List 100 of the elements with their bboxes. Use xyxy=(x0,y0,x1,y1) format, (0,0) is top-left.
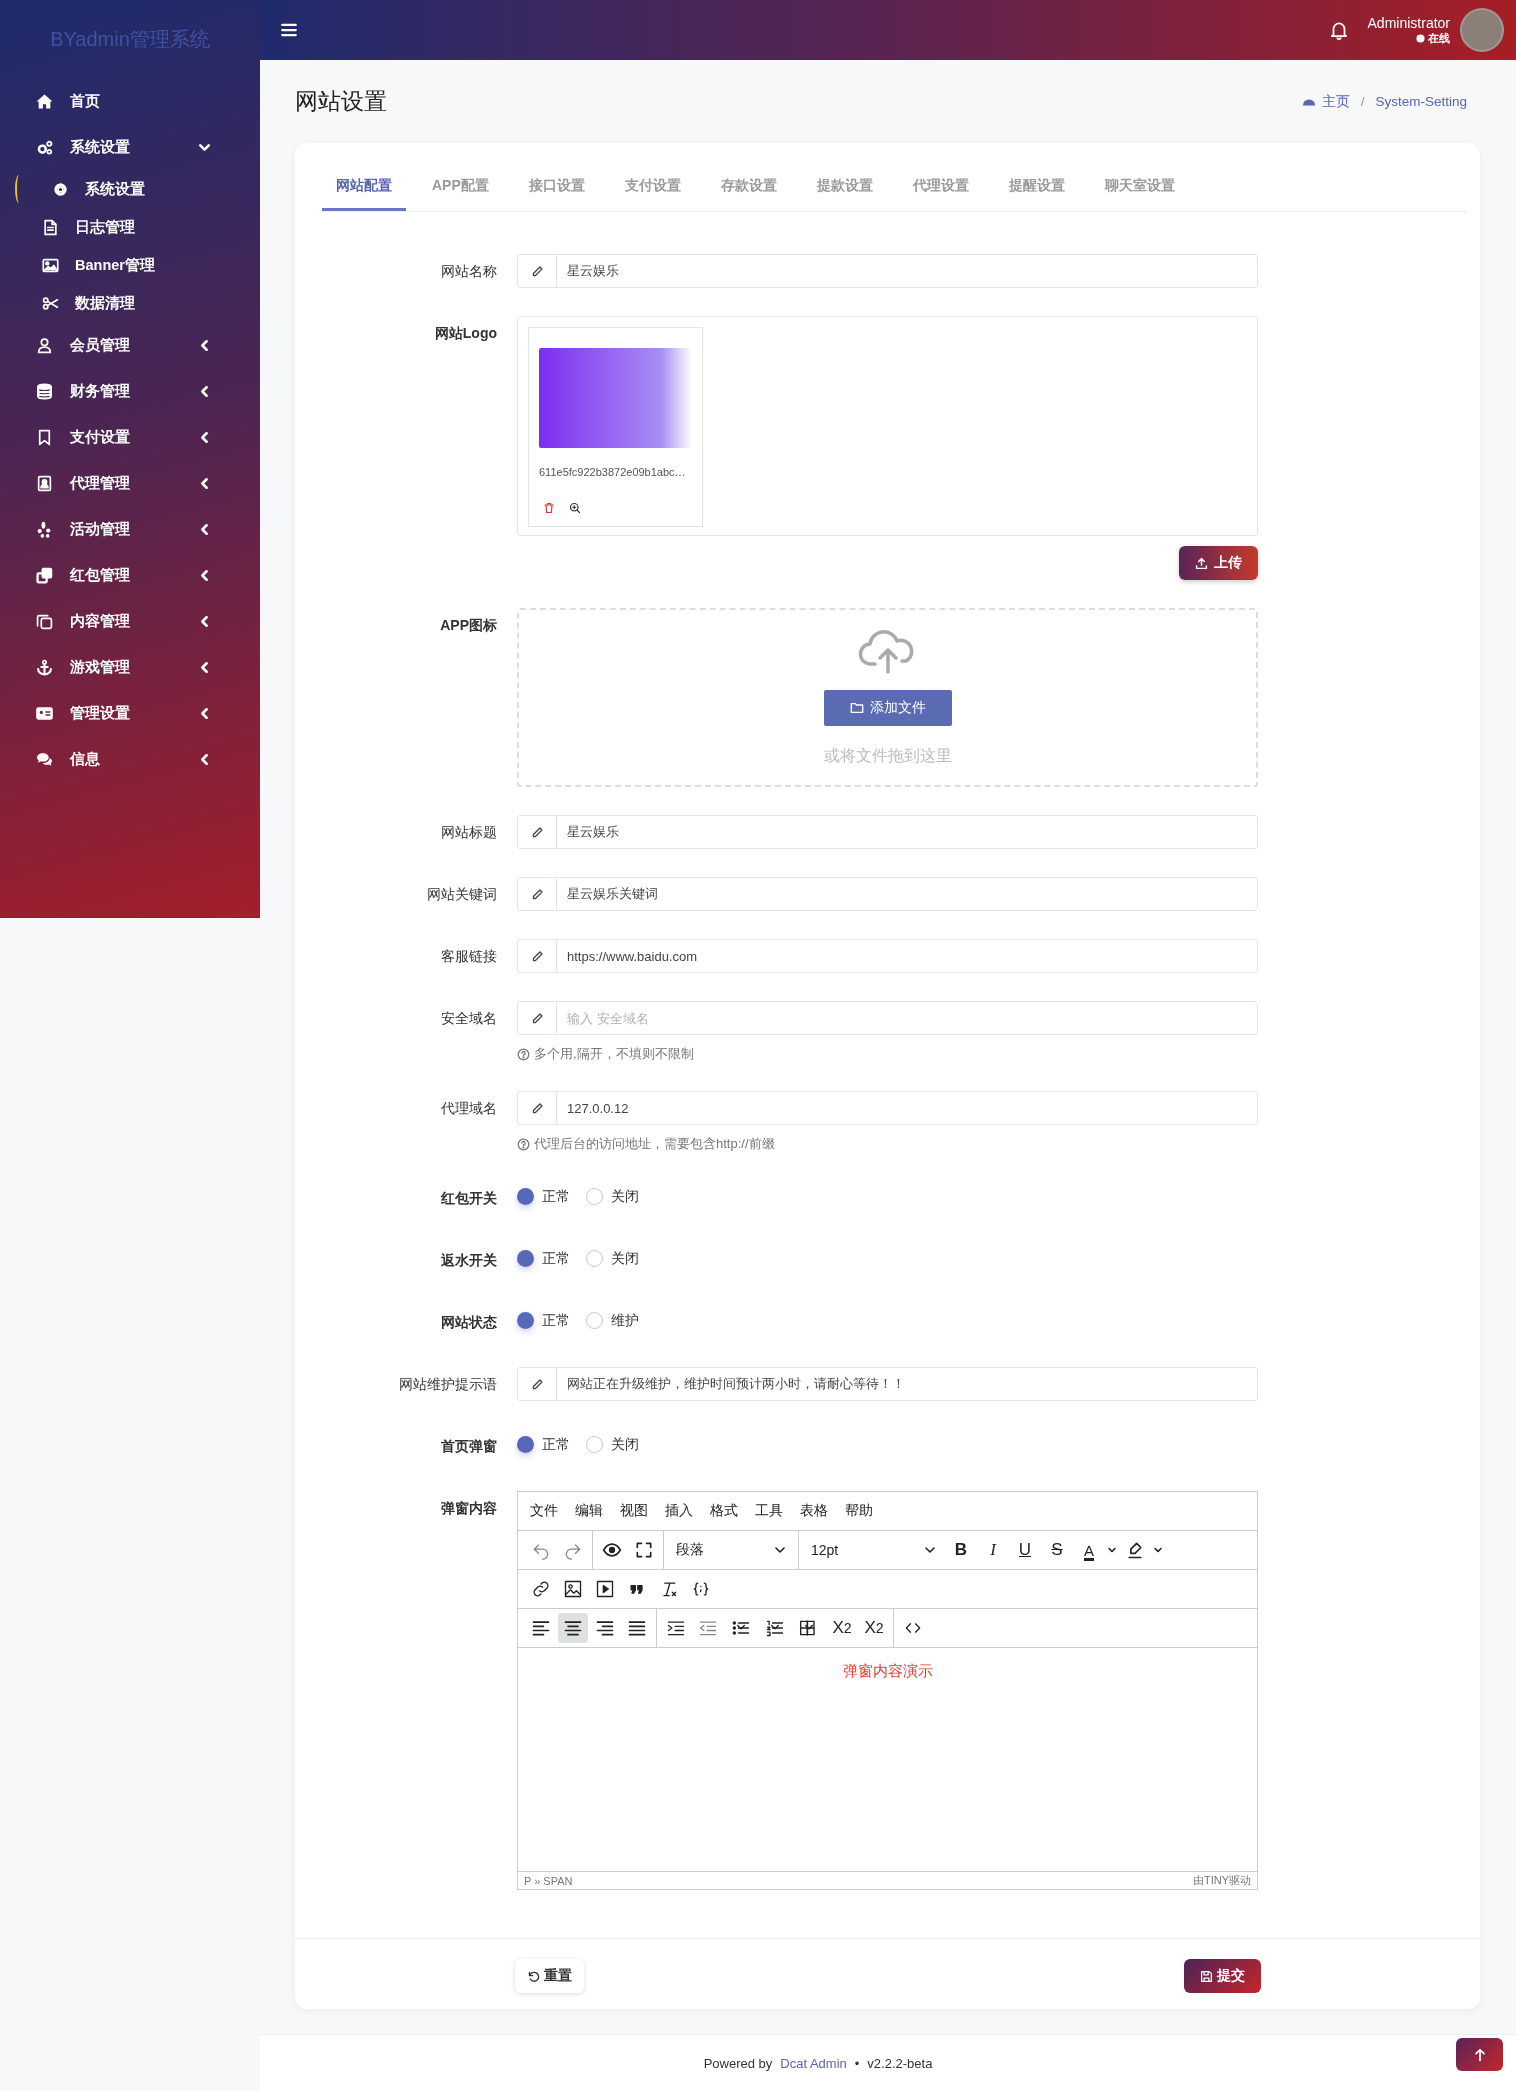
italic-button[interactable]: I xyxy=(978,1535,1008,1565)
submit-button[interactable]: 提交 xyxy=(1184,1959,1261,1993)
file-drop-zone[interactable]: 添加文件 或将文件拖到这里 xyxy=(517,608,1258,787)
underline-button[interactable]: U xyxy=(1010,1535,1040,1565)
pencil-icon xyxy=(530,264,544,278)
folder-icon xyxy=(849,701,864,715)
radio-label[interactable]: 正常 xyxy=(542,1435,570,1454)
radio-button[interactable] xyxy=(586,1312,603,1329)
radio-label[interactable]: 正常 xyxy=(542,1311,570,1330)
document-icon xyxy=(42,218,59,236)
highlight-icon xyxy=(1125,1540,1145,1560)
breadcrumb-link[interactable]: System-Setting xyxy=(1375,94,1467,109)
sidebar-item[interactable]: 系统设置 xyxy=(0,124,260,170)
anchor-icon xyxy=(36,658,53,676)
brand-title: BYadmin管理系统 xyxy=(49,26,211,52)
pencil-icon xyxy=(530,1377,544,1391)
editor-menu-item[interactable]: 插入 xyxy=(665,1502,693,1520)
footer-text: Powered by xyxy=(703,2055,773,2071)
color-button[interactable]: A xyxy=(1074,1535,1104,1565)
align-left-icon xyxy=(531,1618,551,1638)
bold-button[interactable]: B xyxy=(946,1535,976,1565)
editor-menu-item[interactable]: 工具 xyxy=(755,1502,783,1520)
bookmark-icon xyxy=(36,428,53,446)
field-label: 首页弹窗 xyxy=(440,1437,497,1456)
footer-link[interactable]: Dcat Admin xyxy=(780,2055,847,2071)
field-label: 网站名称 xyxy=(440,262,497,281)
field-label: APP图标 xyxy=(439,616,497,635)
sidebar-subitem[interactable]: Banner管理 xyxy=(0,246,260,284)
sidebar-subitem[interactable]: 系统设置 xyxy=(0,170,260,208)
sidebar-item[interactable]: 首页 xyxy=(0,78,260,124)
image-icon xyxy=(563,1579,583,1599)
preview-icon xyxy=(602,1540,622,1560)
sidebar-item[interactable]: 代理管理 xyxy=(0,460,260,506)
editor-menu-item[interactable]: 编辑 xyxy=(575,1502,603,1520)
radio-label[interactable]: 正常 xyxy=(542,1187,570,1206)
sidebar-subitem[interactable]: 日志管理 xyxy=(0,208,260,246)
radio-label[interactable]: 关闭 xyxy=(611,1187,639,1206)
chat-bubbles-icon xyxy=(36,750,53,768)
avatar[interactable] xyxy=(1460,8,1504,52)
radio-label[interactable]: 维护 xyxy=(611,1311,639,1330)
sidebar-item[interactable]: 信息 xyxy=(0,736,260,782)
online-dot-icon xyxy=(1416,33,1425,43)
scroll-top-button[interactable] xyxy=(1456,2038,1503,2071)
radio-button[interactable] xyxy=(517,1250,534,1267)
radio-label[interactable]: 正常 xyxy=(542,1249,570,1268)
arrow-up-icon xyxy=(1472,2047,1487,2062)
user-name[interactable]: Administrator xyxy=(1367,14,1450,31)
sidebar-item[interactable]: 管理设置 xyxy=(0,690,260,736)
zoom-in-icon[interactable] xyxy=(569,502,581,514)
sidebar-item[interactable]: 红包管理 xyxy=(0,552,260,598)
version-text: v2.2.2-beta xyxy=(867,2055,933,2071)
menu-icon[interactable] xyxy=(280,21,298,39)
field-label: 网站关键词 xyxy=(426,885,497,904)
radio-button[interactable] xyxy=(517,1312,534,1329)
add-file-button[interactable]: 添加文件 xyxy=(823,690,952,726)
sidebar-item[interactable]: 游戏管理 xyxy=(0,644,260,690)
align-center-button[interactable] xyxy=(558,1613,588,1643)
pencil-icon xyxy=(530,825,544,839)
sidebar-item[interactable]: 活动管理 xyxy=(0,506,260,552)
pencil-icon xyxy=(530,1011,544,1025)
sidebar-item[interactable]: 会员管理 xyxy=(0,322,260,368)
field-label: 弹窗内容 xyxy=(440,1499,497,1518)
sidebar-subitem[interactable]: 数据清理 xyxy=(0,284,260,322)
block-format-select[interactable]: 段落 xyxy=(668,1535,794,1565)
sidebar-item[interactable]: 内容管理 xyxy=(0,598,260,644)
sidebar-item[interactable]: 财务管理 xyxy=(0,368,260,414)
strike-button[interactable]: S xyxy=(1042,1535,1072,1565)
sidebar-item[interactable]: 支付设置 xyxy=(0,414,260,460)
breadcrumb-link[interactable]: 主页 xyxy=(1321,92,1350,111)
radio-label[interactable]: 关闭 xyxy=(611,1249,639,1268)
save-icon xyxy=(1200,1969,1213,1983)
editor-menu-item[interactable]: 表格 xyxy=(800,1502,828,1520)
editor-menu-item[interactable]: 格式 xyxy=(710,1502,738,1520)
radio-button[interactable] xyxy=(586,1436,603,1453)
font-size-select[interactable]: 12pt xyxy=(803,1535,944,1565)
field-label: 红包开关 xyxy=(440,1189,497,1208)
editor-menu-item[interactable]: 文件 xyxy=(530,1502,558,1520)
tab[interactable]: 网站配置 xyxy=(322,163,406,211)
copy-icon xyxy=(36,612,53,630)
field-label: 网站标题 xyxy=(440,823,497,842)
field-label: 安全域名 xyxy=(440,1009,497,1028)
trash-icon[interactable] xyxy=(543,502,555,514)
radio-button[interactable] xyxy=(586,1188,603,1205)
drop-hint: 或将文件拖到这里 xyxy=(823,746,952,766)
radio-button[interactable] xyxy=(517,1188,534,1205)
image-icon xyxy=(42,256,59,274)
field-label: 客服链接 xyxy=(440,947,497,966)
breadcrumb-separator: / xyxy=(1360,94,1365,109)
help-icon xyxy=(517,1137,530,1151)
radio-button[interactable] xyxy=(517,1436,534,1453)
pencil-icon xyxy=(530,1101,544,1115)
upload-button[interactable]: 上传 xyxy=(1179,546,1258,580)
editor-menu-item[interactable]: 视图 xyxy=(620,1502,648,1520)
help-icon xyxy=(517,1047,530,1061)
radio-label[interactable]: 关闭 xyxy=(611,1435,639,1454)
editor-menu-item[interactable]: 帮助 xyxy=(845,1502,873,1520)
reset-button[interactable]: 重置 xyxy=(515,1959,584,1993)
editor-branding: 由TINY驱动 xyxy=(1192,1873,1251,1888)
radio-button[interactable] xyxy=(586,1250,603,1267)
file-name: 611e5fc922b3872e09b1abc… xyxy=(539,466,687,478)
